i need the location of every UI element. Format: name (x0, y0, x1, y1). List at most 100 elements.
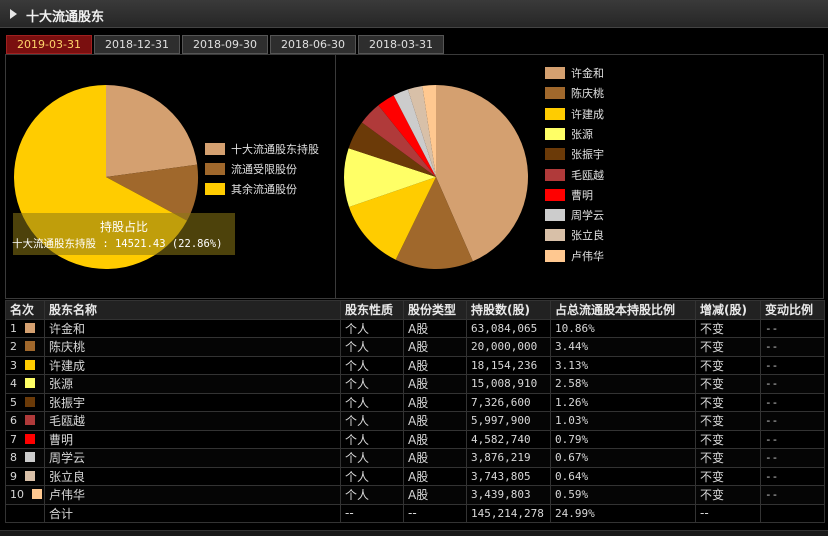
ratio-cell: 3.13% (550, 355, 696, 375)
tooltip-title: 持股占比 (99, 220, 148, 234)
shareholder-name[interactable]: 张立良 (44, 466, 341, 486)
share-type-cell: -- (403, 503, 467, 523)
shares-cell: 4,582,740 (466, 429, 551, 449)
column-header[interactable]: 股份类型 (403, 300, 467, 320)
shareholder-name[interactable]: 卢伟华 (44, 485, 341, 505)
legend-swatch (545, 209, 565, 222)
change-ratio-cell: -- (760, 392, 825, 412)
legend-item: 陈庆桃 (545, 86, 604, 100)
share-type-cell: A股 (403, 318, 467, 338)
rank-text: 5 (10, 395, 17, 409)
tab-date[interactable]: 2019-03-31 (6, 35, 92, 54)
table-row[interactable]: 6 毛瓯越 个人 A股 5,997,900 1.03% 不变 -- (5, 411, 825, 431)
legend-item: 周学云 (545, 208, 604, 222)
table-row[interactable]: 5 张振宇 个人 A股 7,326,600 1.26% 不变 -- (5, 392, 825, 412)
table-row[interactable]: 8 周学云 个人 A股 3,876,219 0.67% 不变 -- (5, 448, 825, 468)
change-cell: -- (695, 503, 761, 523)
table-row[interactable]: 1 许金和 个人 A股 63,084,065 10.86% 不变 -- (5, 318, 825, 338)
change-cell: 不变 (695, 485, 761, 505)
table-row[interactable]: 2 陈庆桃 个人 A股 20,000,000 3.44% 不变 -- (5, 337, 825, 357)
color-swatch (25, 415, 35, 426)
shareholder-name[interactable]: 张振宇 (44, 392, 341, 412)
color-swatch (25, 341, 35, 352)
legend-label: 周学云 (571, 209, 604, 223)
shares-cell: 18,154,236 (466, 355, 551, 375)
tab-date[interactable]: 2018-12-31 (94, 35, 180, 54)
change-ratio-cell: -- (760, 337, 825, 357)
change-ratio-cell: -- (760, 448, 825, 468)
shareholder-name[interactable]: 许建成 (44, 355, 341, 375)
nature-cell: 个人 (340, 448, 404, 468)
total-shares: 145,214,278 (466, 503, 551, 523)
legend-item: 张源 (545, 127, 593, 141)
legend-swatch (545, 229, 565, 242)
nature-cell: 个人 (340, 355, 404, 375)
shares-cell: 3,439,803 (466, 485, 551, 505)
table-row[interactable]: 9 张立良 个人 A股 3,743,805 0.64% 不变 -- (5, 466, 825, 486)
legend-label: 许金和 (571, 67, 604, 80)
share-type-cell: A股 (403, 374, 467, 394)
table-row[interactable]: 4 张源 个人 A股 15,008,910 2.58% 不变 -- (5, 374, 825, 394)
legend-label: 许建成 (571, 107, 604, 121)
rank-cell: 7 (5, 429, 45, 449)
legend-label: 其余流通股份 (231, 183, 297, 196)
table-row[interactable]: 7 曹明 个人 A股 4,582,740 0.79% 不变 -- (5, 429, 825, 449)
rank-text: 9 (10, 469, 17, 483)
rank-text: 7 (10, 432, 17, 446)
column-header[interactable]: 股东名称 (44, 300, 341, 320)
shareholder-name[interactable]: 曹明 (44, 429, 341, 449)
nature-cell: 个人 (340, 337, 404, 357)
column-header[interactable]: 名次 (5, 300, 45, 320)
ratio-cell: 0.67% (550, 448, 696, 468)
shareholder-name[interactable]: 陈庆桃 (44, 337, 341, 357)
legend-item: 许金和 (545, 66, 604, 80)
column-header[interactable]: 增减(股) (695, 300, 761, 320)
rank-cell: 3 (5, 355, 45, 375)
legend-item: 十大流通股东持股 (205, 142, 319, 156)
collapse-triangle-icon[interactable] (10, 9, 17, 19)
tab-date[interactable]: 2018-06-30 (270, 35, 356, 54)
ratio-cell: 0.64% (550, 466, 696, 486)
rank-text: 8 (10, 451, 17, 465)
change-cell: 不变 (695, 318, 761, 338)
tab-date[interactable]: 2018-09-30 (182, 35, 268, 54)
shares-cell: 3,743,805 (466, 466, 551, 486)
legend-label: 张立良 (571, 229, 604, 243)
ratio-cell: 10.86% (550, 318, 696, 338)
shareholder-name[interactable]: 许金和 (44, 318, 341, 338)
tooltip-text: 十大流通股东持股 : 14521.43 (22.86%) (12, 238, 223, 250)
column-header[interactable]: 变动比例 (760, 300, 825, 320)
column-header[interactable]: 股东性质 (340, 300, 404, 320)
column-header[interactable]: 占总流通股本持股比例 (550, 300, 696, 320)
rank-cell: 1 (5, 318, 45, 338)
shareholder-name[interactable]: 张源 (44, 374, 341, 394)
table-row[interactable]: 3 许建成 个人 A股 18,154,236 3.13% 不变 -- (5, 355, 825, 375)
shares-cell: 3,876,219 (466, 448, 551, 468)
change-cell: 不变 (695, 355, 761, 375)
shareholder-name[interactable]: 周学云 (44, 448, 341, 468)
share-type-cell: A股 (403, 448, 467, 468)
change-cell: 不变 (695, 374, 761, 394)
shares-cell: 5,997,900 (466, 411, 551, 431)
share-type-cell: A股 (403, 466, 467, 486)
nature-cell: 个人 (340, 466, 404, 486)
nature-cell: 个人 (340, 318, 404, 338)
legend-item: 张立良 (545, 228, 604, 242)
shares-cell: 7,326,600 (466, 392, 551, 412)
pie-slice-十大流通股东持股 (106, 85, 198, 177)
shares-cell: 20,000,000 (466, 337, 551, 357)
shareholder-pie (344, 85, 528, 269)
tab-date[interactable]: 2018-03-31 (358, 35, 444, 54)
legend-label: 张振宇 (571, 148, 604, 162)
change-ratio-cell: -- (760, 429, 825, 449)
bottom-scroll-strip (0, 530, 828, 536)
change-ratio-cell: -- (760, 374, 825, 394)
legend-swatch (545, 87, 565, 100)
rank-text: 6 (10, 414, 17, 428)
color-swatch (25, 433, 35, 444)
column-header[interactable]: 持股数(股) (466, 300, 551, 320)
total-label: 合计 (44, 503, 341, 523)
shareholder-name[interactable]: 毛瓯越 (44, 411, 341, 431)
table-row[interactable]: 10 卢伟华 个人 A股 3,439,803 0.59% 不变 -- (5, 485, 825, 505)
legend-item: 毛瓯越 (545, 168, 604, 182)
